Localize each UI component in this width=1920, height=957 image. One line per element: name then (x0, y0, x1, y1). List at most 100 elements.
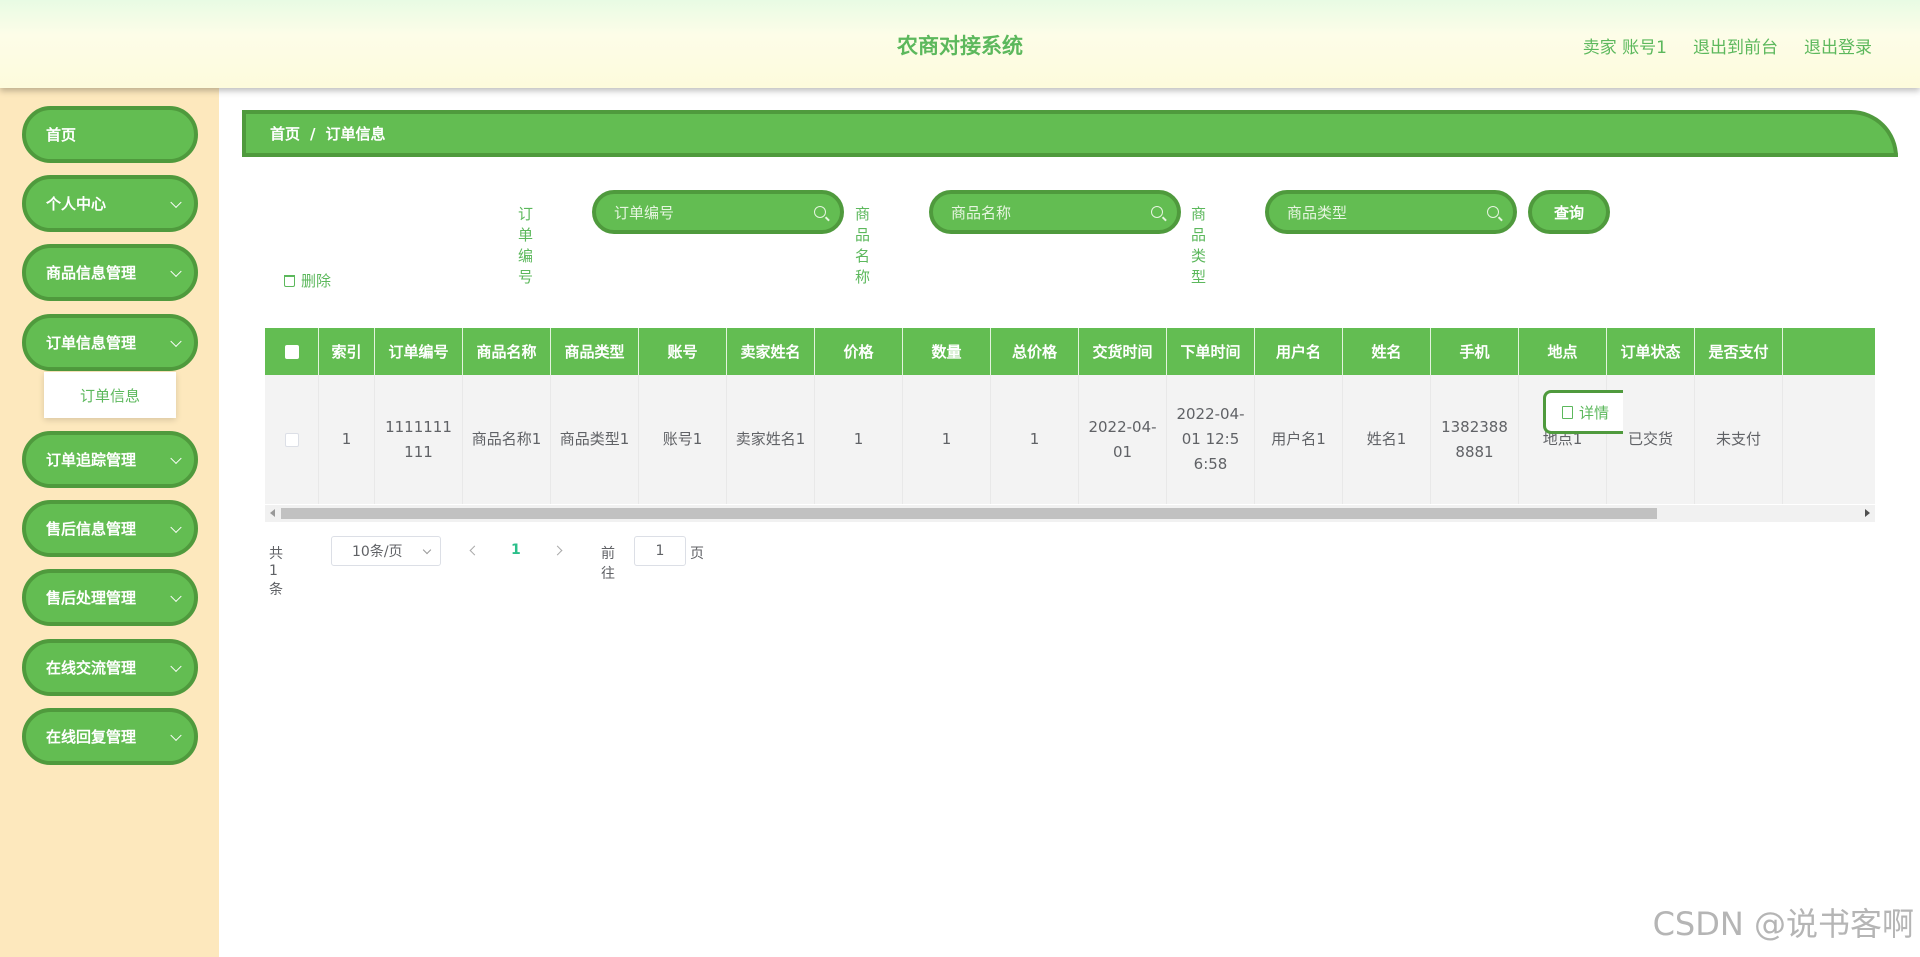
current-user[interactable]: 卖家 账号1 (1583, 33, 1667, 58)
column-header[interactable]: 用户名 (1255, 328, 1343, 375)
column-header[interactable]: 交货时间 (1079, 328, 1167, 375)
order-no-label: 订单编号 (518, 205, 534, 286)
top-header: 农商对接系统 卖家 账号1 退出到前台 退出登录 (0, 0, 1920, 88)
table-cell: 1 (903, 375, 991, 504)
delete-label: 删除 (301, 272, 332, 290)
select-all-checkbox[interactable] (284, 344, 299, 359)
breadcrumb-current: 订单信息 (325, 125, 386, 143)
table-cell: 2022-04-01 12:56:58 (1167, 375, 1255, 504)
submenu-item-order-info[interactable]: 订单信息 (44, 372, 176, 418)
scroll-right-icon[interactable] (1865, 509, 1870, 517)
chevron-down-icon (170, 590, 182, 602)
column-header[interactable]: 账号 (639, 328, 727, 375)
sidebar-item-aftersale-handling[interactable]: 售后处理管理 (22, 569, 198, 626)
search-icon (814, 206, 826, 218)
column-header[interactable]: 地点 (1519, 328, 1607, 375)
total-count: 共 1 条 (269, 546, 283, 598)
product-type-placeholder: 商品类型 (1287, 203, 1348, 222)
product-name-input[interactable]: 商品名称 (929, 190, 1181, 234)
page-number-current[interactable]: 1 (511, 542, 521, 558)
breadcrumb-home[interactable]: 首页 (270, 123, 300, 144)
product-name-placeholder: 商品名称 (951, 203, 1012, 222)
goto-page-input[interactable]: 1 (634, 536, 686, 566)
table-cell: 商品类型1 (551, 375, 639, 504)
user-area: 卖家 账号1 退出到前台 退出登录 (1583, 33, 1872, 58)
scroll-left-icon[interactable] (270, 509, 275, 517)
actions-cell (1783, 375, 1875, 504)
goto-label: 前往 (601, 546, 615, 582)
sidebar-item-label: 商品信息管理 (46, 264, 137, 282)
column-header[interactable]: 索引 (319, 328, 375, 375)
column-header[interactable]: 价格 (815, 328, 903, 375)
order-no-input[interactable]: 订单编号 (592, 190, 844, 234)
sidebar-item-personal-center[interactable]: 个人中心 (22, 175, 198, 232)
sidebar-item-product-management[interactable]: 商品信息管理 (22, 244, 198, 301)
sidebar-item-label: 售后处理管理 (46, 589, 137, 607)
back-to-front-link[interactable]: 退出到前台 (1693, 33, 1778, 58)
table-cell: 未支付 (1695, 375, 1783, 504)
actions-column-header (1783, 328, 1875, 375)
column-header[interactable]: 手机 (1431, 328, 1519, 375)
scrollbar-thumb[interactable] (281, 508, 1657, 519)
sidebar-item-label: 首页 (46, 126, 77, 144)
column-header[interactable]: 总价格 (991, 328, 1079, 375)
table-cell: 2022-04-01 (1079, 375, 1167, 504)
table-cell: 用户名1 (1255, 375, 1343, 504)
sidebar-item-home[interactable]: 首页 (22, 106, 198, 163)
query-button[interactable]: 查询 (1528, 190, 1610, 234)
chevron-down-icon (170, 265, 182, 277)
breadcrumb-separator: / (310, 124, 316, 143)
chevron-down-icon (170, 729, 182, 741)
sidebar-item-order-management[interactable]: 订单信息管理 (22, 314, 198, 371)
sidebar-item-aftersale-info[interactable]: 售后信息管理 (22, 500, 198, 557)
page-size-select[interactable]: 10条/页 (331, 536, 441, 566)
column-header[interactable]: 下单时间 (1167, 328, 1255, 375)
column-header[interactable]: 卖家姓名 (727, 328, 815, 375)
column-header[interactable]: 订单编号 (375, 328, 463, 375)
next-page-icon[interactable] (552, 545, 563, 556)
product-type-label: 商品类型 (1191, 205, 1207, 286)
logout-link[interactable]: 退出登录 (1804, 33, 1872, 58)
table-cell: 1111111111 (375, 375, 463, 504)
detail-label: 详情 (1579, 403, 1610, 422)
product-name-label: 商品名称 (855, 205, 871, 286)
document-icon (1562, 405, 1573, 419)
row-select-cell (265, 375, 319, 504)
product-type-input[interactable]: 商品类型 (1265, 190, 1517, 234)
order-table: 索引 订单编号 商品名称 商品类型 账号 卖家姓名 价格 数量 总价格 交货时间… (265, 328, 1875, 522)
table-cell: 账号1 (639, 375, 727, 504)
table-cell: 姓名1 (1343, 375, 1431, 504)
sidebar-item-online-reply[interactable]: 在线回复管理 (22, 708, 198, 765)
order-no-placeholder: 订单编号 (614, 203, 675, 222)
column-header[interactable]: 是否支付 (1695, 328, 1783, 375)
horizontal-scrollbar[interactable] (265, 505, 1875, 522)
column-header[interactable]: 订单状态 (1607, 328, 1695, 375)
watermark: CSDN @说书客啊 (1652, 905, 1914, 943)
column-header[interactable]: 商品类型 (551, 328, 639, 375)
table-row[interactable]: 1 1111111111 商品名称1 商品类型1 账号1 卖家姓名1 1 1 1… (265, 375, 1875, 504)
sidebar-item-online-chat[interactable]: 在线交流管理 (22, 639, 198, 696)
detail-button[interactable]: 详情 (1543, 390, 1623, 434)
sidebar-item-label: 个人中心 (46, 195, 107, 213)
sidebar-item-label: 在线交流管理 (46, 659, 137, 677)
sidebar-item-label: 在线回复管理 (46, 728, 137, 746)
chevron-down-icon (170, 335, 182, 347)
sidebar-item-label: 订单信息管理 (46, 334, 137, 352)
goto-suffix: 页 (690, 546, 704, 562)
chevron-down-icon (422, 545, 432, 555)
table-cell: 1 (991, 375, 1079, 504)
chevron-down-icon (170, 196, 182, 208)
search-icon (1487, 206, 1499, 218)
table-cell: 13823888881 (1431, 375, 1519, 504)
row-checkbox[interactable] (284, 432, 299, 447)
column-header[interactable]: 商品名称 (463, 328, 551, 375)
sidebar-item-order-tracking[interactable]: 订单追踪管理 (22, 431, 198, 488)
chevron-down-icon (170, 660, 182, 672)
prev-page-icon[interactable] (469, 545, 480, 556)
select-all-cell (265, 328, 319, 375)
column-header[interactable]: 数量 (903, 328, 991, 375)
chevron-down-icon (170, 452, 182, 464)
delete-button[interactable]: 删除 (284, 270, 331, 291)
search-icon (1151, 206, 1163, 218)
column-header[interactable]: 姓名 (1343, 328, 1431, 375)
